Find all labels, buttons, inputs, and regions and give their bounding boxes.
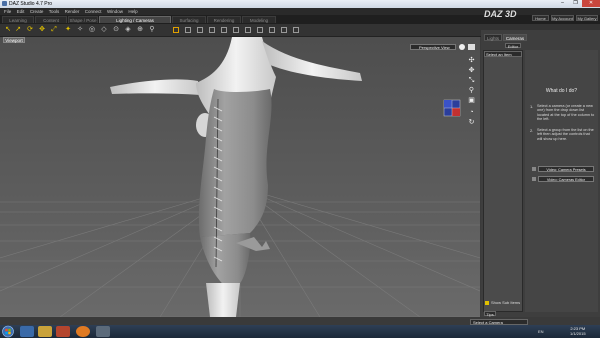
menu-window[interactable]: Window [107, 8, 123, 15]
video-icon [532, 177, 536, 181]
maximize-button[interactable]: ❐ [569, 0, 582, 7]
layout-single-icon[interactable] [173, 27, 179, 33]
node-select-icon[interactable]: ↗ [14, 26, 22, 34]
viewport-scene [0, 37, 480, 317]
app-icon [2, 1, 7, 6]
tab-learning-center[interactable]: Learning Center [2, 16, 34, 30]
camera-select[interactable]: Perspective View [410, 44, 456, 50]
view-cube-icon[interactable] [443, 99, 461, 117]
tab-lights[interactable]: Lights [484, 34, 502, 41]
taskbar [0, 325, 600, 338]
joint-editor-icon[interactable]: ✧ [76, 26, 84, 34]
select-tool-icon[interactable]: ↖ [4, 26, 12, 34]
step-text: Select a group from the list on the left… [537, 128, 594, 141]
minimize-button[interactable]: – [556, 0, 569, 7]
region-nav-icon[interactable]: ◈ [124, 26, 132, 34]
show-sub-items-label: Show Sub Items [491, 300, 521, 305]
draw-style-icon[interactable] [468, 44, 475, 50]
viewport[interactable]: Viewport Perspective View ✣ ✥ ⤡ ⚲ ▣ ◔ ↻ [0, 37, 480, 317]
reset-camera-icon[interactable]: ◔ [468, 109, 475, 116]
viewport-options-icon[interactable] [459, 44, 465, 50]
camera-tool-icon[interactable]: ⚲ [148, 26, 156, 34]
layout-three-top-icon[interactable] [233, 27, 239, 33]
clock-date: 1/1/2015 [570, 331, 586, 336]
video-camera-presets-button[interactable]: Video: Camera Presets [538, 166, 594, 172]
media-player-icon[interactable] [56, 326, 70, 337]
window-title: DAZ Studio 4.7 Pro [9, 1, 53, 7]
start-button-icon[interactable] [1, 325, 15, 338]
camera-list-pane [483, 50, 523, 312]
ie-icon[interactable] [20, 326, 34, 337]
camera-rotate-icon[interactable]: ↻ [468, 119, 475, 126]
close-button[interactable]: ✕ [582, 0, 600, 7]
help-title: What do I do? [545, 88, 578, 94]
tab-rendering[interactable]: Rendering [207, 16, 241, 23]
translate-icon[interactable]: ✥ [38, 26, 46, 34]
tab-surfacing[interactable]: Surfacing [172, 16, 206, 23]
layout-three-bottom-icon[interactable] [245, 27, 251, 33]
viewport-tab[interactable]: Viewport [3, 37, 25, 43]
geometry-editor-icon[interactable]: ◇ [100, 26, 108, 34]
home-button[interactable]: Home [532, 15, 549, 21]
item-select[interactable]: Select an Item [484, 51, 522, 57]
checkbox-icon[interactable] [485, 300, 489, 305]
pose-tool-icon[interactable]: ✦ [64, 26, 72, 34]
layout-four-alt2-icon[interactable] [281, 27, 287, 33]
my-gallery-button[interactable]: My Gallery [576, 15, 598, 21]
rotate-icon[interactable]: ⟳ [26, 26, 34, 34]
daz-studio-taskbar-icon[interactable] [96, 326, 110, 337]
pan-icon[interactable]: ✥ [468, 67, 475, 74]
layout-two-vertical-icon[interactable] [185, 27, 191, 33]
video-icon [532, 167, 536, 171]
layout-three-left-icon[interactable] [209, 27, 215, 33]
step-text: Select a camera (or create a new one) fr… [537, 104, 595, 122]
layout-three-right-icon[interactable] [221, 27, 227, 33]
menu-help[interactable]: Help [128, 8, 137, 15]
layout-four-alt3-icon[interactable] [293, 27, 299, 33]
surface-selection-icon[interactable]: ⊙ [112, 26, 120, 34]
scale-icon[interactable]: ⤢ [50, 26, 58, 34]
menu-render[interactable]: Render [65, 8, 80, 15]
explorer-icon[interactable] [38, 326, 52, 337]
menu-connect[interactable]: Connect [85, 8, 102, 15]
video-cameras-editor-button[interactable]: Video: Cameras Editor [538, 176, 594, 182]
dolly-icon[interactable]: ⤡ [468, 77, 475, 84]
scene-tool-icon[interactable]: ⊕ [136, 26, 144, 34]
tips-tab[interactable]: Tips [484, 311, 496, 317]
tab-shape-pose[interactable]: Shape / Pose [68, 16, 98, 23]
show-sub-items-checkbox[interactable]: Show Sub Items [485, 300, 520, 305]
frame-icon[interactable]: ▣ [468, 97, 475, 104]
step-number: 1. [530, 104, 534, 109]
clock[interactable]: 2:23 PM 1/1/2015 [570, 326, 586, 336]
tab-modeling[interactable]: Modeling [242, 16, 276, 23]
layout-four-alt-icon[interactable] [269, 27, 275, 33]
menu-tools[interactable]: Tools [49, 8, 60, 15]
editor-tab[interactable]: Editor [505, 43, 521, 49]
orbit-icon[interactable]: ✣ [468, 57, 475, 64]
spot-render-icon[interactable]: ◎ [88, 26, 96, 34]
tab-cameras[interactable]: Cameras [503, 34, 527, 41]
tab-lighting-cameras[interactable]: Lighting / Cameras [99, 16, 171, 23]
firefox-icon[interactable] [76, 326, 90, 337]
menu-file[interactable]: File [4, 8, 11, 15]
daz-logo: DAZ 3D [484, 9, 517, 19]
layout-two-horizontal-icon[interactable] [197, 27, 203, 33]
menu-edit[interactable]: Edit [17, 8, 25, 15]
step-number: 2. [530, 128, 534, 133]
language-indicator[interactable]: EN [538, 329, 544, 334]
zoom-icon[interactable]: ⚲ [468, 87, 475, 94]
tab-content-library[interactable]: Content Library [35, 16, 67, 30]
title-bar: DAZ Studio 4.7 Pro – ❐ ✕ [0, 0, 600, 8]
layout-four-icon[interactable] [257, 27, 263, 33]
my-account-button[interactable]: My Account [551, 15, 574, 21]
menu-create[interactable]: Create [30, 8, 44, 15]
